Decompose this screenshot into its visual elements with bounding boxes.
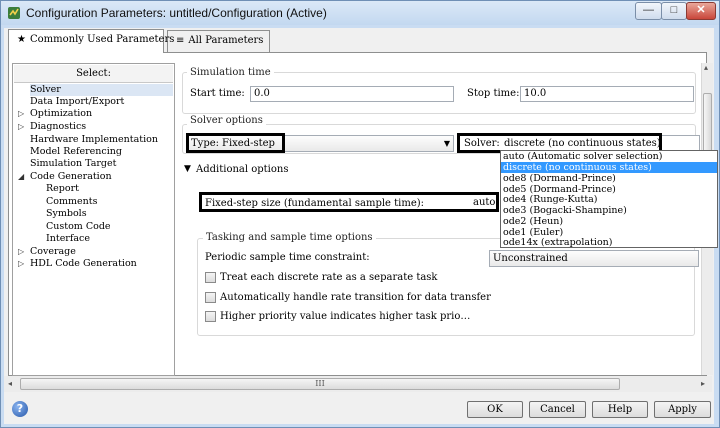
fixed-step-size-label: Fixed-step size (fundamental sample time… <box>205 198 425 209</box>
tree-header: Select: <box>14 65 173 83</box>
tab-label: Commonly Used Parameters <box>29 34 175 45</box>
tree-item-coverage[interactable]: Coverage <box>30 246 76 258</box>
horizontal-scrollbar[interactable]: ◂ III ▸ <box>4 376 712 392</box>
tree-item-solver[interactable]: Solver <box>30 84 173 96</box>
separate-task-label[interactable]: Treat each discrete rate as a separate t… <box>220 272 438 283</box>
tree-item-data-import-export[interactable]: Data Import/Export <box>30 96 124 108</box>
solver-option-discrete[interactable]: discrete (no continuous states) <box>501 162 717 173</box>
tree-item-hardware-implementation[interactable]: Hardware Implementation <box>30 134 158 146</box>
periodic-constraint-select[interactable]: Unconstrained <box>489 250 699 267</box>
simulink-app-icon <box>8 7 20 19</box>
apply-button[interactable]: Apply <box>654 401 711 418</box>
tree-item-comments[interactable]: Comments <box>46 196 97 208</box>
solver-option-ode3[interactable]: ode3 (Bogacki-Shampine) <box>501 205 717 216</box>
expand-arrow-icon[interactable]: ▷ <box>18 258 24 270</box>
additional-options-toggle[interactable]: Additional options <box>196 164 288 175</box>
higher-priority-label[interactable]: Higher priority value indicates higher t… <box>220 311 470 322</box>
rate-transition-checkbox[interactable] <box>205 292 216 303</box>
tree-item-simulation-target[interactable]: Simulation Target <box>30 158 116 170</box>
tab-label: All Parameters <box>188 35 264 46</box>
solver-option-ode14x[interactable]: ode14x (extrapolation) <box>501 237 717 248</box>
solver-type-value: Fixed-step <box>222 138 275 149</box>
tree-item-custom-code[interactable]: Custom Code <box>46 221 111 233</box>
periodic-constraint-value: Unconstrained <box>493 253 568 264</box>
higher-priority-checkbox[interactable] <box>205 311 216 322</box>
tree-item-model-referencing[interactable]: Model Referencing <box>30 146 122 158</box>
collapse-arrow-icon[interactable]: ◢ <box>18 171 24 183</box>
tab-commonly-used-parameters[interactable]: ★ Commonly Used Parameters <box>8 29 174 53</box>
ok-button[interactable]: OK <box>467 401 523 418</box>
help-button[interactable]: Help <box>592 401 648 418</box>
expand-arrow-icon[interactable]: ▷ <box>18 246 24 258</box>
solver-option-ode8[interactable]: ode8 (Dormand-Prince) <box>501 173 717 184</box>
maximize-button[interactable]: □ <box>661 2 687 20</box>
additional-options-collapse-icon[interactable]: ▼ <box>184 164 191 174</box>
solver-value: discrete (no continuous states) <box>504 138 661 149</box>
rate-transition-label[interactable]: Automatically handle rate transition for… <box>220 292 491 303</box>
vertical-scroll-thumb[interactable] <box>703 93 712 153</box>
solver-type-select[interactable]: Type: Fixed-step ▼ <box>187 135 454 152</box>
cancel-button[interactable]: Cancel <box>529 401 586 418</box>
star-icon: ★ <box>17 34 26 45</box>
solver-option-auto[interactable]: auto (Automatic solver selection) <box>501 151 717 162</box>
fixed-step-size-input[interactable]: auto <box>470 196 498 212</box>
solver-type-label: Type: <box>191 138 220 149</box>
start-time-label: Start time: <box>190 88 245 99</box>
window-title: Configuration Parameters: untitled/Confi… <box>26 6 327 20</box>
tasking-legend: Tasking and sample time options <box>203 232 376 243</box>
tree-item-diagnostics[interactable]: Diagnostics <box>30 121 86 133</box>
simulation-time-legend: Simulation time <box>187 67 274 78</box>
dropdown-arrow-icon: ▼ <box>443 139 450 148</box>
periodic-constraint-label: Periodic sample time constraint: <box>205 252 370 263</box>
start-time-input[interactable]: 0.0 <box>250 86 454 102</box>
minimize-button[interactable]: — <box>635 2 662 20</box>
category-tree[interactable]: Select: Solver Data Import/Export ▷ Opti… <box>12 63 175 376</box>
tree-item-interface[interactable]: Interface <box>46 233 90 245</box>
horizontal-scroll-thumb[interactable]: III <box>20 378 620 390</box>
expand-arrow-icon[interactable]: ▷ <box>18 121 24 133</box>
tree-item-code-generation[interactable]: Code Generation <box>30 171 112 183</box>
tab-all-parameters[interactable]: ≡ All Parameters <box>167 30 270 52</box>
stop-time-input[interactable]: 10.0 <box>520 86 694 102</box>
title-bar[interactable]: Configuration Parameters: untitled/Confi… <box>1 1 719 25</box>
solver-option-ode4[interactable]: ode4 (Runge-Kutta) <box>501 194 717 205</box>
solver-option-ode2[interactable]: ode2 (Heun) <box>501 216 717 227</box>
help-icon[interactable]: ? <box>12 401 28 417</box>
scroll-left-icon[interactable]: ◂ <box>8 379 12 388</box>
scroll-up-icon[interactable]: ▴ <box>704 63 708 72</box>
tree-item-report[interactable]: Report <box>46 183 79 195</box>
solver-label: Solver: <box>464 138 500 149</box>
close-button[interactable]: ✕ <box>686 2 716 20</box>
tree-item-hdl-code-generation[interactable]: HDL Code Generation <box>30 258 137 270</box>
separate-task-checkbox[interactable] <box>205 272 216 283</box>
solver-dropdown-list[interactable]: auto (Automatic solver selection) discre… <box>500 150 718 248</box>
stop-time-label: Stop time: <box>467 88 520 99</box>
expand-arrow-icon[interactable]: ▷ <box>18 108 24 120</box>
solver-options-legend: Solver options <box>187 115 266 126</box>
scroll-right-icon[interactable]: ▸ <box>701 379 705 388</box>
tree-item-optimization[interactable]: Optimization <box>30 108 92 120</box>
tree-item-symbols[interactable]: Symbols <box>46 208 87 220</box>
list-icon: ≡ <box>176 35 185 46</box>
